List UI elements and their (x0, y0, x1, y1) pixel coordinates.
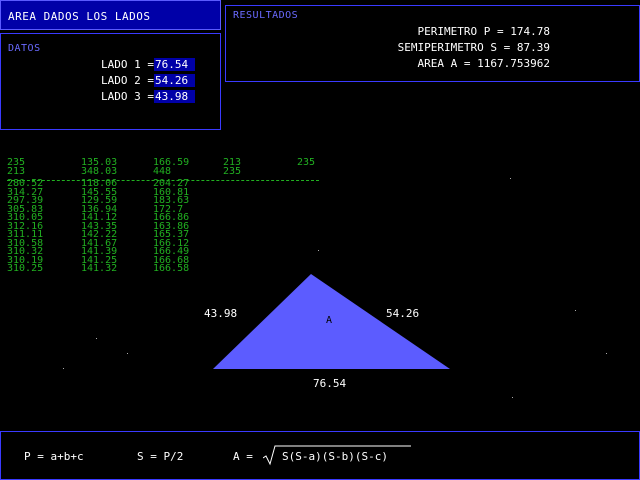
side-b-label: 54.26 (386, 307, 420, 320)
side-a-label: 76.54 (313, 377, 347, 390)
area-formula-radicand: S(S-a)(S-b)(S-c) (282, 450, 388, 463)
star-dot (63, 368, 64, 369)
star-dot (127, 353, 128, 354)
star-dot (575, 310, 576, 311)
star-dot (318, 250, 319, 251)
star-dot (510, 178, 511, 179)
area-label: A (326, 315, 333, 326)
formula-panel: P = a+b+c S = P/2 A = S(S-a)(S-b)(S-c) (0, 431, 640, 480)
star-dot (512, 397, 513, 398)
star-dot (606, 353, 607, 354)
star-dot (96, 338, 97, 339)
area-formula-prefix: A = (233, 450, 253, 463)
perimeter-formula: P = a+b+c (24, 450, 84, 463)
side-c-label: 43.98 (204, 307, 238, 320)
triangle-figure (213, 274, 450, 369)
semiperimeter-formula: S = P/2 (137, 450, 184, 463)
